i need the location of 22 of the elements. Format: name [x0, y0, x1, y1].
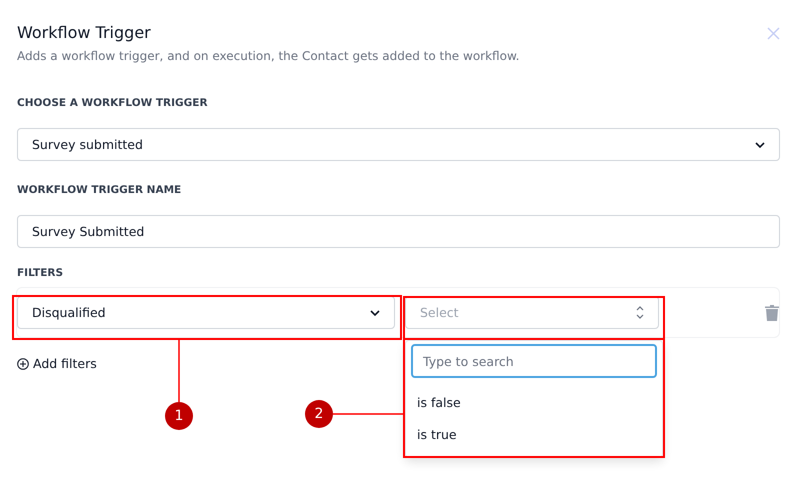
field-label: FILTERS: [17, 267, 64, 279]
plus-circle-icon: [17, 358, 29, 370]
up-down-chevron-icon: [636, 306, 644, 319]
trash-icon[interactable]: [765, 304, 779, 320]
leader-line: [178, 340, 180, 402]
chevron-down-icon: [755, 142, 765, 148]
callout-number: 1: [165, 402, 193, 430]
dialog-subtitle: Adds a workflow trigger, and on execution, the Contact gets added to the workflow.: [17, 49, 520, 63]
field-label: CHOOSE A WORKFLOW TRIGGER: [17, 97, 209, 109]
trigger-select[interactable]: Survey submitted: [17, 128, 780, 161]
leader-line: [333, 413, 403, 415]
field-select[interactable]: Disqualified: [17, 296, 395, 329]
name-input[interactable]: Survey Submitted: [17, 215, 780, 248]
add-filters-button[interactable]: Add filters: [17, 356, 97, 371]
search-field[interactable]: Type to search: [411, 344, 657, 378]
field-label: WORKFLOW TRIGGER NAME: [17, 184, 182, 196]
callout-number: 2: [305, 400, 333, 428]
dropdown-option[interactable]: is true: [411, 420, 657, 449]
dropdown-option[interactable]: is false: [411, 388, 657, 417]
dialog-title: Workflow Trigger: [17, 23, 152, 42]
chevron-down-icon: [370, 310, 380, 316]
close-icon[interactable]: [767, 27, 780, 40]
